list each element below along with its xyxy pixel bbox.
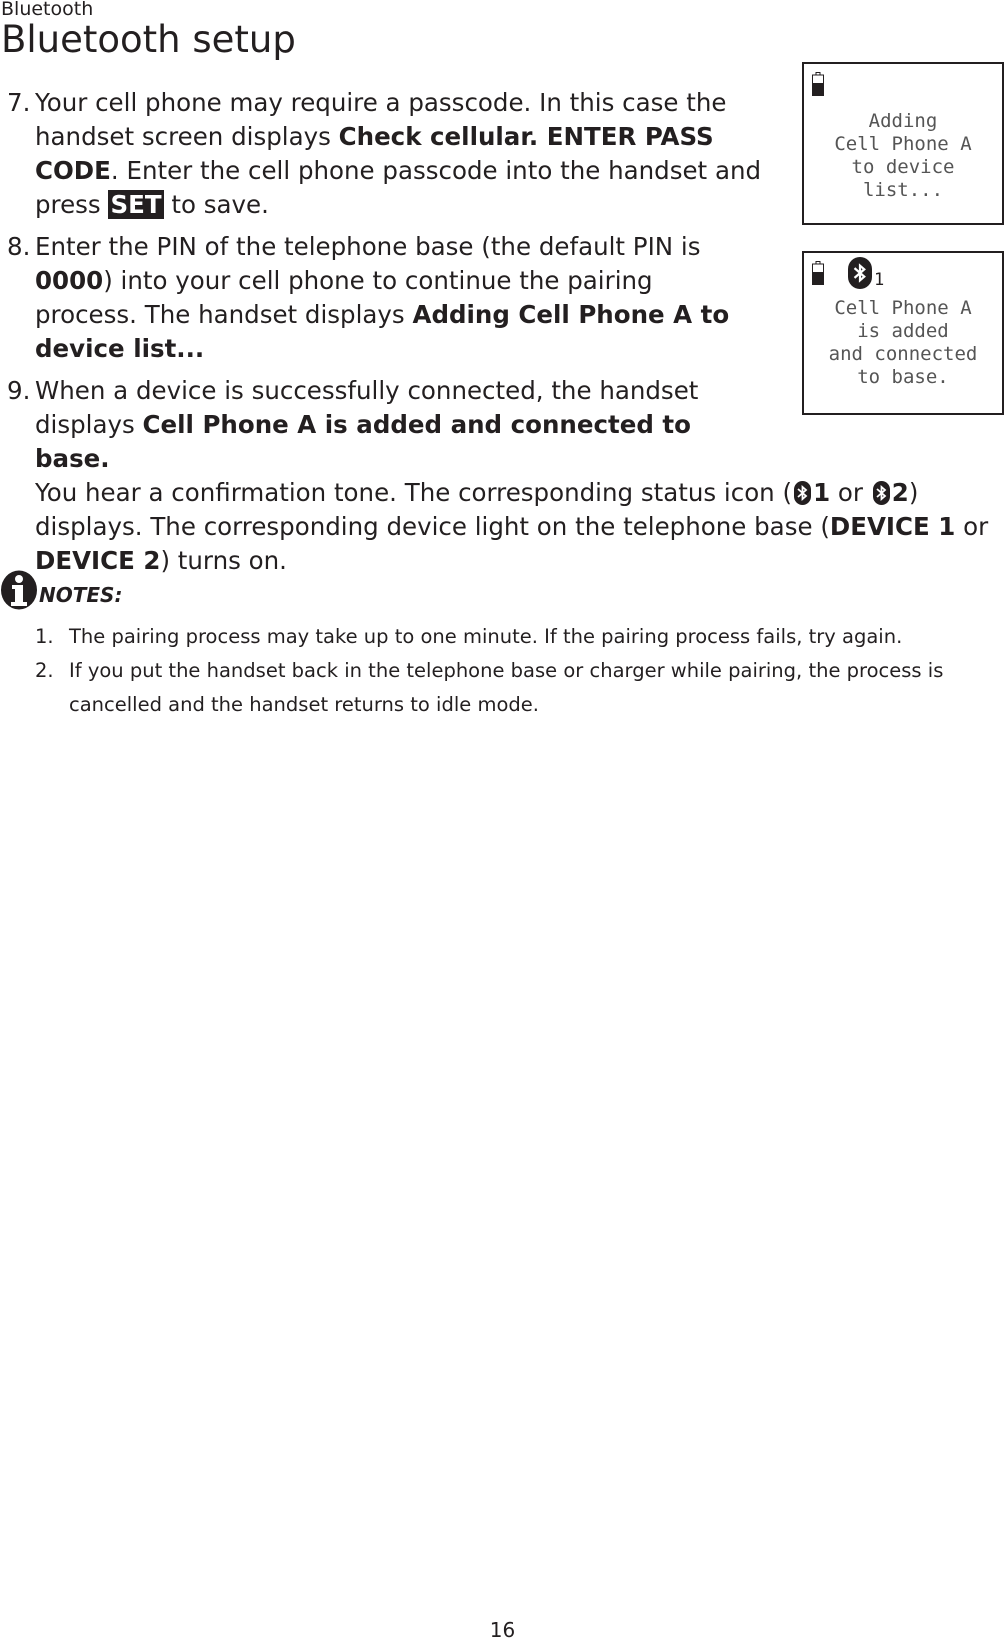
battery-icon [812,72,824,96]
handset-screen-adding: Adding Cell Phone A to device list... [802,62,1004,225]
bluetooth-icon [794,481,812,505]
battery-icon [812,261,824,285]
screen-line: is added [857,320,949,342]
page-number: 16 [489,1618,516,1642]
bluetooth-icon [872,481,890,505]
text: to save. [163,190,269,219]
device-index: 2 [891,478,909,507]
text: ) turns on. [160,546,287,575]
info-icon [1,570,37,610]
text: or [955,512,989,541]
device-1-label: DEVICE 1 [829,512,956,541]
notes-header: NOTES: [0,570,122,610]
text: You hear a confirmation tone. The corres… [35,478,793,507]
notes-label: NOTES: [39,583,123,607]
screen-text: Adding Cell Phone A to device list... [804,110,1002,202]
device-index: 1 [813,478,831,507]
note-item: 2. If you put the handset back in the te… [0,654,1005,722]
bluetooth-device-index: 1 [874,270,885,290]
screen-line: Cell Phone A [834,297,972,319]
text: or [830,478,871,507]
section-label: Bluetooth [1,0,94,20]
text: Enter the PIN of the telephone base (the… [35,232,701,261]
screen-line: list... [862,179,944,201]
note-number: 2. [35,659,54,682]
step-number: 9. [7,376,31,405]
step-text: Enter the PIN of the telephone base (the… [35,230,735,366]
step-number: 8. [7,232,31,261]
screen-line: Adding [868,110,938,132]
handset-screen-connected: 1 Cell Phone A is added and connected to… [802,251,1004,415]
screen-line: to base. [857,366,949,388]
bluetooth-icon [848,257,872,289]
screen-line: to device [851,156,955,178]
step-text: Your cell phone may require a passcode. … [35,86,780,222]
set-key-label: SET [108,190,164,219]
note-text: If you put the handset back in the telep… [69,659,944,716]
screen-line: and connected [828,343,978,365]
note-number: 1. [35,625,54,648]
screen-line: Cell Phone A [834,133,972,155]
screen-text: Cell Phone A is added and connected to b… [804,297,1002,389]
default-pin: 0000 [35,266,104,295]
note-text: The pairing process may take up to one m… [69,625,903,648]
note-item: 1. The pairing process may take up to on… [0,620,1005,654]
step-number: 7. [7,88,31,117]
page-title: Bluetooth setup [1,18,296,61]
notes-list: 1. The pairing process may take up to on… [0,620,1005,722]
